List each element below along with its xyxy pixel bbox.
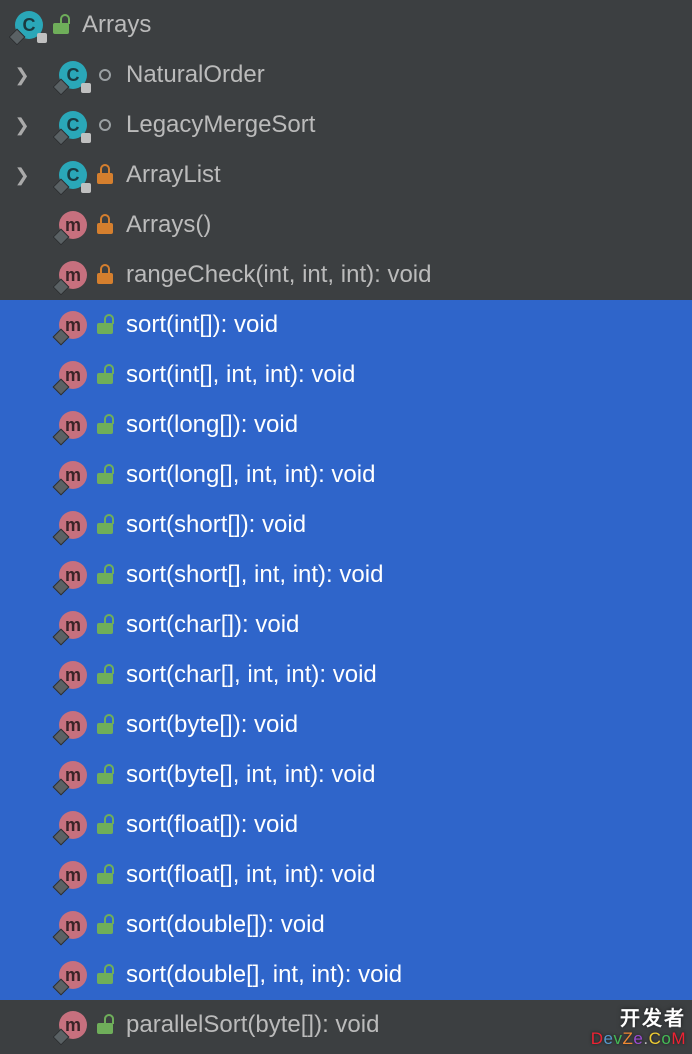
public-lock-icon (97, 566, 113, 584)
method-icon: m (59, 511, 87, 539)
tree-item[interactable]: ❯ C ArrayList (0, 150, 692, 200)
public-lock-icon (97, 816, 113, 834)
member-label: parallelSort(byte[]): void (120, 1011, 379, 1039)
expand-arrow-icon[interactable]: ❯ (12, 165, 32, 186)
member-label: sort(short[], int, int): void (120, 561, 383, 589)
method-icon: m (59, 611, 87, 639)
private-lock-icon (97, 216, 113, 234)
public-lock-icon (53, 16, 69, 34)
member-label: NaturalOrder (120, 61, 265, 89)
tree-item[interactable]: m sort(float[], int, int): void (0, 850, 692, 900)
private-lock-icon (97, 266, 113, 284)
method-icon: m (59, 261, 87, 289)
class-name-label: Arrays (76, 11, 151, 39)
tree-item[interactable]: m sort(byte[], int, int): void (0, 750, 692, 800)
method-icon: m (59, 1011, 87, 1039)
tree-item[interactable]: m sort(int[]): void (0, 300, 692, 350)
tree-item[interactable]: m sort(char[]): void (0, 600, 692, 650)
class-icon: C (59, 61, 87, 89)
public-lock-icon (97, 616, 113, 634)
member-label: sort(char[], int, int): void (120, 661, 377, 689)
method-icon: m (59, 711, 87, 739)
method-icon: m (59, 911, 87, 939)
member-label: LegacyMergeSort (120, 111, 315, 139)
member-label: sort(long[], int, int): void (120, 461, 375, 489)
class-header-row[interactable]: C Arrays (0, 0, 692, 50)
structure-tree[interactable]: C Arrays ❯ C NaturalOrder ❯ C LegacyMergeSort ❯ C… (0, 0, 692, 1050)
tree-item[interactable]: m sort(double[], int, int): void (0, 950, 692, 1000)
tree-item[interactable]: m sort(double[]): void (0, 900, 692, 950)
member-label: sort(double[], int, int): void (120, 961, 402, 989)
method-icon: m (59, 961, 87, 989)
member-label: sort(float[], int, int): void (120, 861, 375, 889)
member-label: sort(short[]): void (120, 511, 306, 539)
expand-arrow-icon[interactable]: ❯ (12, 65, 32, 86)
private-lock-icon (97, 166, 113, 184)
tree-item[interactable]: m Arrays() (0, 200, 692, 250)
tree-item[interactable]: m sort(char[], int, int): void (0, 650, 692, 700)
tree-item[interactable]: m sort(long[]): void (0, 400, 692, 450)
package-dot-icon (99, 69, 111, 81)
public-lock-icon (97, 316, 113, 334)
method-icon: m (59, 411, 87, 439)
member-label: sort(byte[]): void (120, 711, 298, 739)
tree-item[interactable]: ❯ C LegacyMergeSort (0, 100, 692, 150)
member-label: sort(int[], int, int): void (120, 361, 355, 389)
method-icon: m (59, 761, 87, 789)
expand-arrow-icon[interactable]: ❯ (12, 115, 32, 136)
member-label: rangeCheck(int, int, int): void (120, 261, 431, 289)
class-icon: C (15, 11, 43, 39)
method-icon: m (59, 861, 87, 889)
method-icon: m (59, 661, 87, 689)
method-icon: m (59, 811, 87, 839)
tree-item[interactable]: m sort(short[]): void (0, 500, 692, 550)
method-icon: m (59, 361, 87, 389)
public-lock-icon (97, 766, 113, 784)
public-lock-icon (97, 716, 113, 734)
class-icon: C (59, 111, 87, 139)
tree-item[interactable]: m sort(long[], int, int): void (0, 450, 692, 500)
member-label: sort(byte[], int, int): void (120, 761, 375, 789)
public-lock-icon (97, 866, 113, 884)
member-label: sort(double[]): void (120, 911, 325, 939)
public-lock-icon (97, 466, 113, 484)
method-icon: m (59, 211, 87, 239)
class-icon: C (59, 161, 87, 189)
package-dot-icon (99, 119, 111, 131)
method-icon: m (59, 561, 87, 589)
member-label: Arrays() (120, 211, 211, 239)
member-label: sort(float[]): void (120, 811, 298, 839)
tree-item[interactable]: m sort(byte[]): void (0, 700, 692, 750)
tree-item[interactable]: ❯ C NaturalOrder (0, 50, 692, 100)
public-lock-icon (97, 966, 113, 984)
tree-item[interactable]: m sort(float[]): void (0, 800, 692, 850)
public-lock-icon (97, 666, 113, 684)
public-lock-icon (97, 366, 113, 384)
tree-item[interactable]: m rangeCheck(int, int, int): void (0, 250, 692, 300)
public-lock-icon (97, 416, 113, 434)
member-label: sort(int[]): void (120, 311, 278, 339)
member-label: sort(long[]): void (120, 411, 298, 439)
method-icon: m (59, 461, 87, 489)
method-icon: m (59, 311, 87, 339)
public-lock-icon (97, 916, 113, 934)
member-label: sort(char[]): void (120, 611, 299, 639)
tree-item[interactable]: m sort(short[], int, int): void (0, 550, 692, 600)
public-lock-icon (97, 1016, 113, 1034)
member-label: ArrayList (120, 161, 221, 189)
public-lock-icon (97, 516, 113, 534)
tree-item[interactable]: m sort(int[], int, int): void (0, 350, 692, 400)
tree-item[interactable]: m parallelSort(byte[]): void (0, 1000, 692, 1050)
